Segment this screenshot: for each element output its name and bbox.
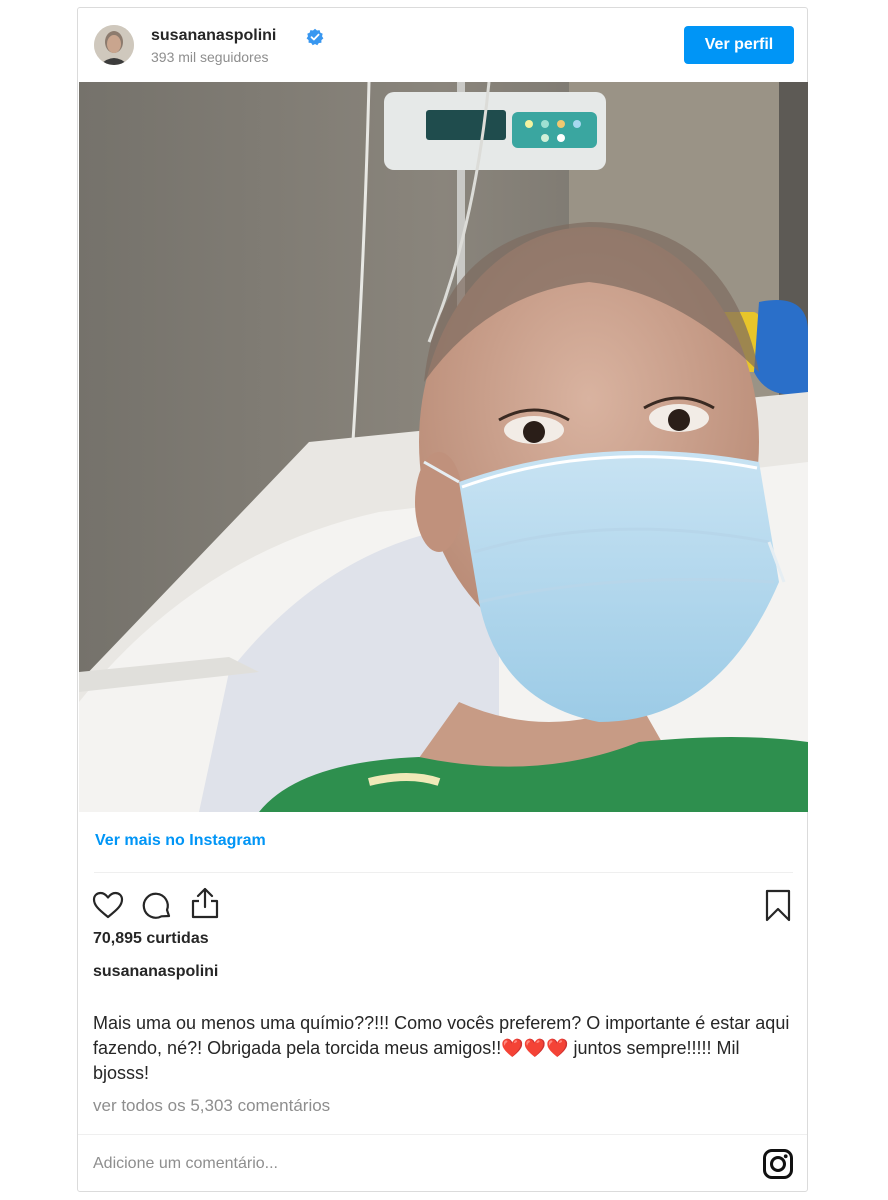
avatar[interactable] bbox=[94, 25, 134, 65]
post-caption: Mais uma ou menos uma químio??!!! Como v… bbox=[93, 1013, 790, 1083]
comment-input[interactable] bbox=[93, 1150, 733, 1178]
verified-badge-icon bbox=[306, 28, 324, 51]
divider bbox=[94, 872, 793, 873]
heart-icon[interactable] bbox=[92, 890, 124, 925]
comment-icon[interactable] bbox=[141, 890, 173, 927]
share-icon[interactable] bbox=[189, 886, 221, 925]
instagram-embed-card: susananaspolini 393 mil seguidores Ver p… bbox=[77, 7, 808, 1192]
post-header: susananaspolini 393 mil seguidores Ver p… bbox=[78, 8, 807, 82]
header-username[interactable]: susananaspolini bbox=[151, 27, 276, 45]
instagram-logo-icon[interactable] bbox=[762, 1148, 794, 1185]
action-bar bbox=[78, 882, 807, 928]
follower-count: 393 mil seguidores bbox=[151, 49, 269, 65]
caption-username[interactable]: susananaspolini bbox=[93, 963, 218, 981]
like-count: 70,895 curtidas bbox=[93, 930, 209, 947]
bookmark-icon[interactable] bbox=[764, 889, 792, 928]
view-profile-button[interactable]: Ver perfil bbox=[684, 26, 794, 64]
view-all-comments-link[interactable]: ver todos os 5,303 comentários bbox=[93, 1096, 330, 1116]
divider bbox=[78, 1134, 807, 1135]
view-more-on-instagram-link[interactable]: Ver mais no Instagram bbox=[95, 832, 266, 850]
post-photo[interactable] bbox=[79, 82, 808, 812]
